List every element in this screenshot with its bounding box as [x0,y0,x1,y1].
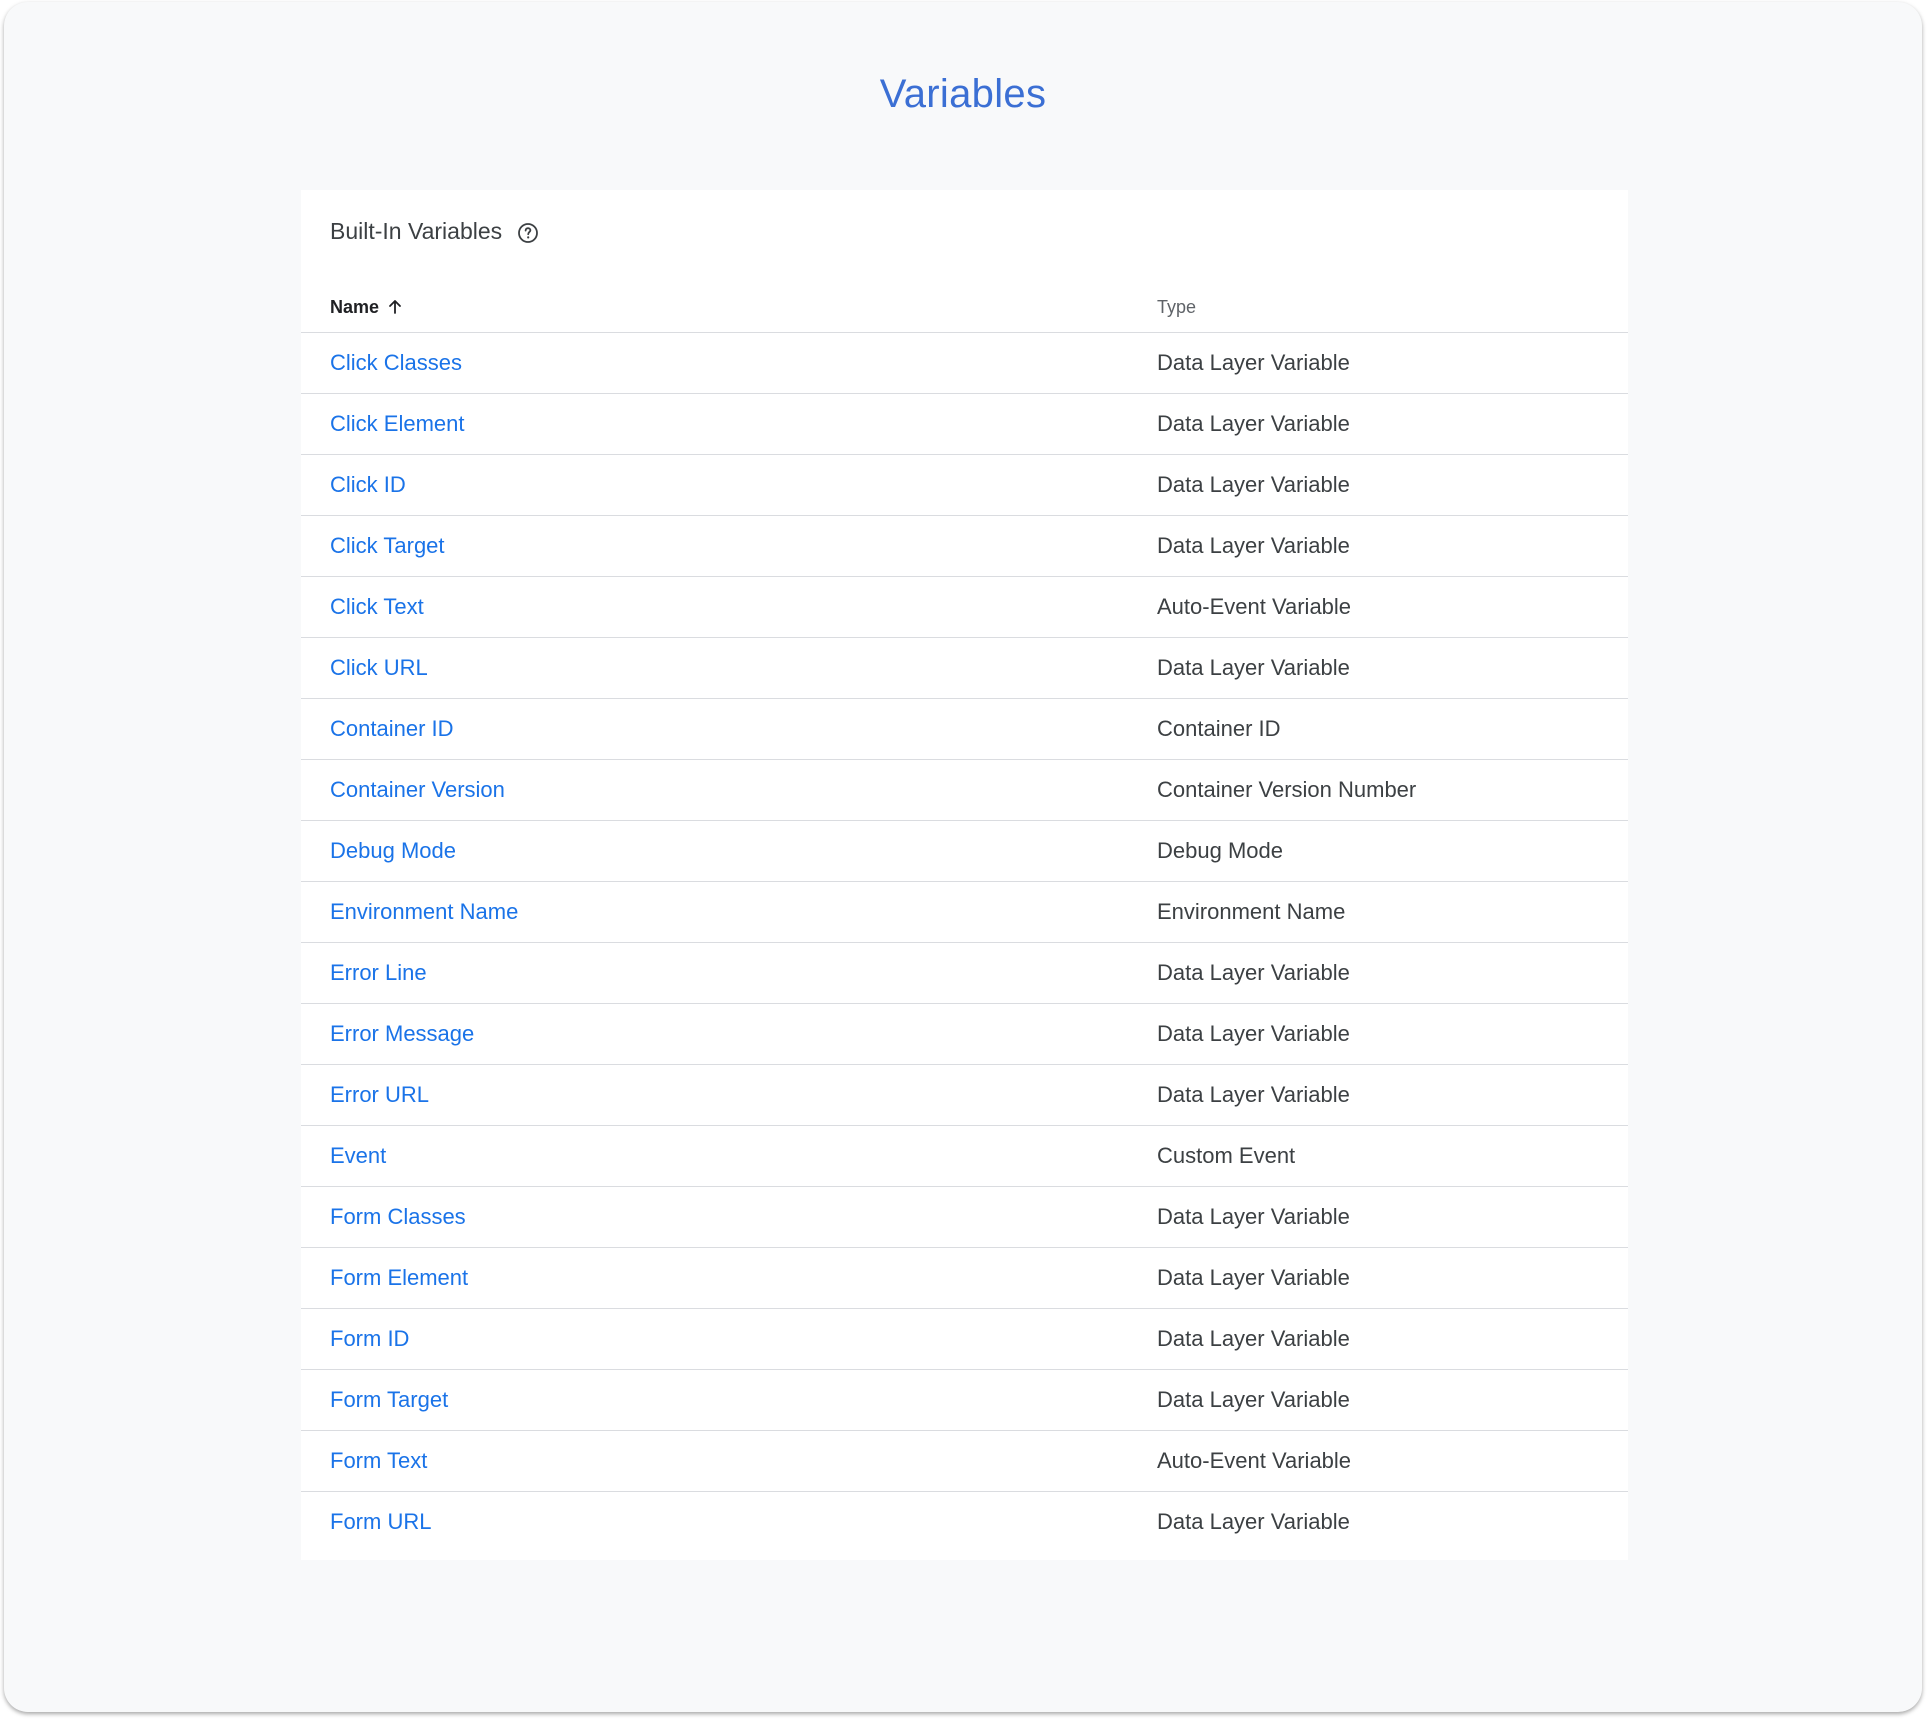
variable-name-link[interactable]: Form Target [330,1370,448,1430]
variable-name-link[interactable]: Event [330,1126,386,1186]
page-title: Variables [879,72,1047,116]
variable-type: Data Layer Variable [1157,350,1350,375]
variable-type: Data Layer Variable [1157,533,1350,558]
column-header-type-label: Type [1157,296,1197,317]
table-row[interactable]: Container ID Container ID [301,699,1628,760]
variable-name-link[interactable]: Error Message [330,1004,474,1064]
variable-type: Data Layer Variable [1157,655,1350,680]
variable-type: Auto-Event Variable [1157,1448,1352,1473]
variable-type: Debug Mode [1157,838,1283,863]
variable-type: Data Layer Variable [1157,1082,1350,1107]
table-row[interactable]: Event Custom Event [301,1126,1628,1187]
table-row[interactable]: Click ID Data Layer Variable [301,455,1628,516]
variable-type: Container ID [1157,716,1281,741]
table-row[interactable]: Error Message Data Layer Variable [301,1004,1628,1065]
variable-name-link[interactable]: Click URL [330,638,428,698]
table-row[interactable]: Form Target Data Layer Variable [301,1370,1628,1431]
table-row[interactable]: Form ID Data Layer Variable [301,1309,1628,1370]
variable-type: Data Layer Variable [1157,960,1350,985]
variable-name-link[interactable]: Form Element [330,1248,468,1308]
table-row[interactable]: Form Element Data Layer Variable [301,1248,1628,1309]
variable-name-link[interactable]: Click Text [330,577,424,637]
variable-type: Data Layer Variable [1157,1265,1350,1290]
table-row[interactable]: Form URL Data Layer Variable [301,1492,1628,1553]
variable-type: Container Version Number [1157,777,1417,802]
variable-type: Auto-Event Variable [1157,594,1352,619]
variable-type: Custom Event [1157,1143,1296,1168]
table-row[interactable]: Error URL Data Layer Variable [301,1065,1628,1126]
column-header-name-label: Name [330,296,380,317]
variable-name-link[interactable]: Container Version [330,760,505,820]
variable-name-link[interactable]: Click Element [330,394,464,454]
variable-name-link[interactable]: Error Line [330,943,427,1003]
app-window: Variables Built-In Variables Name Type C… [4,2,1922,1712]
table-row[interactable]: Click Text Auto-Event Variable [301,577,1628,638]
table-body: Click Classes Data Layer Variable Click El… [301,333,1628,1553]
variable-type: Data Layer Variable [1157,472,1350,497]
table-row[interactable]: Error Line Data Layer Variable [301,943,1628,1004]
card-title: Built-In Variables [330,218,503,244]
variable-name-link[interactable]: Form ID [330,1309,409,1369]
table-row[interactable]: Click Target Data Layer Variable [301,516,1628,577]
table-row[interactable]: Form Classes Data Layer Variable [301,1187,1628,1248]
built-in-variables-card: Built-In Variables Name Type Click Class… [301,190,1628,1560]
variable-name-link[interactable]: Container ID [330,699,454,759]
variable-name-link[interactable]: Debug Mode [330,821,456,881]
variable-name-link[interactable]: Environment Name [330,882,518,942]
table-row[interactable]: Container Version Container Version Numbe… [301,760,1628,821]
table-row[interactable]: Form Text Auto-Event Variable [301,1431,1628,1492]
column-header-name[interactable]: Name [330,282,405,332]
variable-name-link[interactable]: Error URL [330,1065,429,1125]
table-row[interactable]: Environment Name Environment Name [301,882,1628,943]
variable-type: Data Layer Variable [1157,1204,1350,1229]
help-circle-icon[interactable] [516,221,540,245]
table-row[interactable]: Click Element Data Layer Variable [301,394,1628,455]
variable-name-link[interactable]: Form Classes [330,1187,466,1247]
variable-name-link[interactable]: Form URL [330,1492,431,1552]
variable-name-link[interactable]: Form Text [330,1431,427,1491]
variable-name-link[interactable]: Click ID [330,455,406,515]
table-row[interactable]: Click URL Data Layer Variable [301,638,1628,699]
card-header: Built-In Variables [330,218,540,245]
table-row[interactable]: Click Classes Data Layer Variable [301,333,1628,394]
variable-type: Data Layer Variable [1157,411,1350,436]
variable-name-link[interactable]: Click Classes [330,333,462,393]
arrow-up-icon [385,297,405,317]
variable-type: Data Layer Variable [1157,1509,1350,1534]
table-header: Name Type [301,282,1628,333]
table-row[interactable]: Debug Mode Debug Mode [301,821,1628,882]
variable-type: Data Layer Variable [1157,1387,1350,1412]
variable-type: Environment Name [1157,899,1346,924]
variable-name-link[interactable]: Click Target [330,516,445,576]
variable-type: Data Layer Variable [1157,1326,1350,1351]
variable-type: Data Layer Variable [1157,1021,1350,1046]
column-header-type[interactable]: Type [1157,282,1196,332]
